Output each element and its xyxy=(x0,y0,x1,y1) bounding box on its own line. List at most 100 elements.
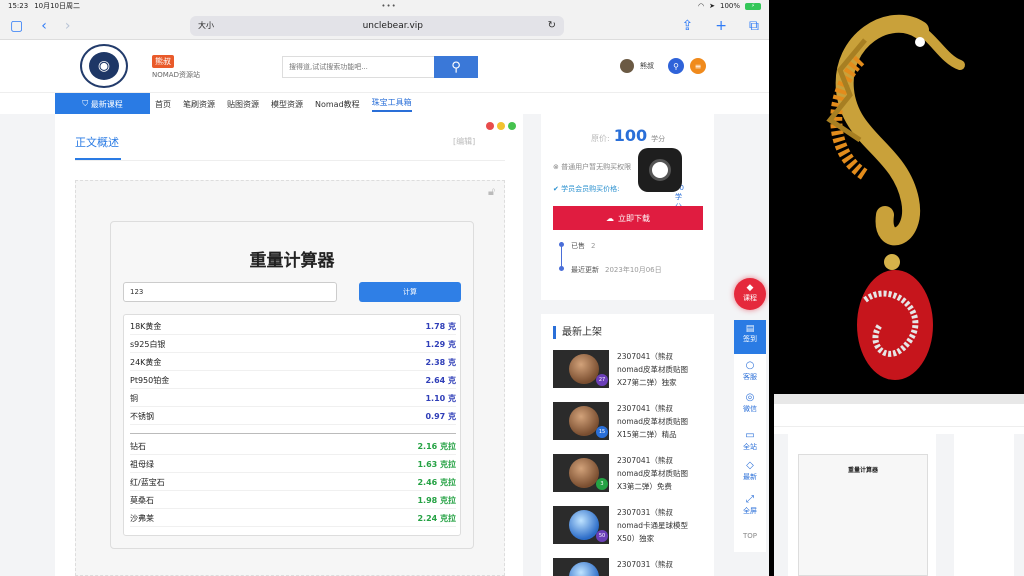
tab-divider xyxy=(75,160,505,161)
planet-image xyxy=(569,510,599,540)
new-tab-icon[interactable]: + xyxy=(715,19,727,33)
latest-label: 最新 xyxy=(743,473,757,481)
row-value: 1.78 克 xyxy=(425,322,456,331)
tag-icon: ◇ xyxy=(746,460,754,471)
thumbnail xyxy=(553,558,609,576)
yellow-dot[interactable] xyxy=(497,122,505,130)
checkin-button[interactable]: ▤ 签到 xyxy=(734,320,766,354)
lock-icon[interactable]: 🔓︎ xyxy=(488,185,495,199)
latest-card: 最新上架 27 2307041（熊叔 nomad皮革材质贴图 X27第二弹）独家 1… xyxy=(541,314,714,576)
row-label: 24K黄金 xyxy=(130,358,162,367)
url-text: unclebear.vip xyxy=(362,20,424,31)
nav-brushes[interactable]: 笔刷资源 xyxy=(183,99,215,110)
search-box: ⚲ xyxy=(282,56,478,78)
item-line: 2307041（熊叔 xyxy=(617,456,673,465)
site-button[interactable]: ▭ 全站 xyxy=(734,430,766,452)
list-item[interactable]: 50 2307031（熊叔 nomad卡通星球模型 X50）独家 xyxy=(553,506,713,552)
side-panel: 重量计算器 xyxy=(770,0,1024,576)
nav-latest-courses[interactable]: ⛉ 最新课程 xyxy=(55,93,150,115)
updated-date: 2023年10月06日 xyxy=(605,266,662,274)
section-divider xyxy=(130,433,456,434)
diamond-icon: ◆ xyxy=(746,283,754,293)
item-title: 2307041（熊叔 nomad皮革材质贴图 X15第二弹）精品 xyxy=(617,402,709,441)
row-value: 0.97 克 xyxy=(425,412,456,421)
battery-icon: ⚡ xyxy=(745,2,761,10)
avatar[interactable] xyxy=(620,59,634,73)
updated-label: 最近更新 xyxy=(571,266,599,274)
wifi-icon: ◠ xyxy=(698,2,705,10)
multitask-dots[interactable]: ••• xyxy=(86,2,692,10)
list-item[interactable]: 27 2307041（熊叔 nomad皮革材质贴图 X27第二弹）独家 xyxy=(553,350,713,396)
status-bar: 15:23 10月10日周二 ••• ◠ ➤ 100% ⚡ xyxy=(0,0,769,12)
mini-header xyxy=(774,404,1024,426)
bail-ring xyxy=(884,254,900,270)
tab-overview[interactable]: 正文概述 xyxy=(75,134,119,150)
menu-circle-icon[interactable]: ≡ xyxy=(690,58,706,74)
nav-models[interactable]: 模型资源 xyxy=(271,99,303,110)
nav-jewelry-toolbox[interactable]: 珠宝工具箱 xyxy=(371,97,412,112)
sidebar-icon[interactable]: ▢ xyxy=(10,19,23,33)
main-nav: ⛉ 最新课程 首页 笔刷资源 贴图资源 模型资源 Nomad教程 珠宝工具箱 xyxy=(0,92,769,115)
search-button[interactable]: ⚲ xyxy=(434,56,478,78)
result-table: 18K黄金 1.78 克 s925白银 1.29 克 24K黄金 2.38 克 Pt9… xyxy=(123,314,461,536)
item-line: X3第二弹）免费 xyxy=(617,482,672,491)
calendar-icon: ▤ xyxy=(745,324,755,334)
green-dot[interactable] xyxy=(508,122,516,130)
price-unit: 学分 xyxy=(651,135,666,143)
item-title: 2307031（熊叔 xyxy=(617,558,709,571)
item-line: nomad皮革材质贴图 xyxy=(617,469,689,478)
edit-link[interactable]: [编辑] xyxy=(453,136,475,147)
seahorse-eye xyxy=(915,37,925,47)
site-logo[interactable]: ◉ xyxy=(80,44,128,88)
back-icon[interactable]: ‹ xyxy=(41,19,47,33)
course-float-button[interactable]: ◆ 课程 xyxy=(734,278,766,310)
nav-textures[interactable]: 贴图资源 xyxy=(227,99,259,110)
nav-home[interactable]: 首页 xyxy=(155,99,171,110)
search-input[interactable] xyxy=(282,56,434,78)
float-toolbar: ▤ 签到 ○ 客服 ◎ 微信 ▭ 全站 ◇ 最新 ⤢ 全屏 TOP xyxy=(734,320,766,552)
nav-nomad-tutorials[interactable]: Nomad教程 xyxy=(315,99,360,110)
planet-image xyxy=(569,562,599,576)
download-label: 立即下载 xyxy=(618,213,650,223)
item-line: nomad皮革材质贴图 xyxy=(617,365,689,374)
user-name[interactable]: 熊叔 xyxy=(640,61,654,71)
tabs-icon[interactable]: ⧉ xyxy=(749,19,759,33)
assistive-touch-button[interactable] xyxy=(638,148,682,192)
top-button[interactable]: TOP xyxy=(734,532,766,540)
list-item[interactable]: 2307031（熊叔 xyxy=(553,558,713,576)
latest-button[interactable]: ◇ 最新 xyxy=(734,460,766,482)
top-label: TOP xyxy=(742,532,757,540)
share-icon[interactable]: ⇪ xyxy=(682,19,694,33)
wechat-label: 微信 xyxy=(743,405,757,413)
fullscreen-button[interactable]: ⤢ 全屏 xyxy=(734,494,766,516)
text-size-button[interactable]: 大小 xyxy=(198,20,238,31)
item-line: X50）独家 xyxy=(617,534,655,543)
row-label: 不锈钢 xyxy=(130,412,154,421)
table-row: s925白银 1.29 克 xyxy=(130,337,456,353)
search-icon: ⚲ xyxy=(451,59,461,75)
brand-tag: 熊叔 xyxy=(152,55,174,68)
mini-sidebar xyxy=(954,434,1014,576)
list-item[interactable]: 3 2307041（熊叔 nomad皮革材质贴图 X3第二弹）免费 xyxy=(553,454,713,500)
wechat-button[interactable]: ◎ 微信 xyxy=(734,392,766,414)
search-circle-icon[interactable]: ⚲ xyxy=(668,58,684,74)
weight-input[interactable] xyxy=(123,282,337,302)
user-area: 熊叔 ⚲ ≡ xyxy=(620,58,706,74)
assistive-touch-icon xyxy=(649,159,671,181)
service-label: 客服 xyxy=(743,373,757,381)
table-row: 沙弗莱 2.24 克拉 xyxy=(130,511,456,527)
calculate-button[interactable]: 计算 xyxy=(359,282,461,302)
list-item[interactable]: 15 2307041（熊叔 nomad皮革材质贴图 X15第二弹）精品 xyxy=(553,402,713,448)
mini-calculator: 重量计算器 xyxy=(798,454,928,576)
timeline-dot xyxy=(559,266,564,271)
download-button[interactable]: ☁ 立即下载 xyxy=(553,206,703,230)
table-row: 钻石 2.16 克拉 xyxy=(130,439,456,455)
reload-icon[interactable]: ↻ xyxy=(548,20,556,31)
red-dot[interactable] xyxy=(486,122,494,130)
address-bar[interactable]: 大小 unclebear.vip ↻ xyxy=(190,15,564,36)
service-button[interactable]: ○ 客服 xyxy=(734,360,766,382)
forward-icon[interactable]: › xyxy=(65,19,71,33)
leather-ball-image xyxy=(569,406,599,436)
site-label: 全站 xyxy=(743,443,757,451)
screen: 15:23 10月10日周二 ••• ◠ ➤ 100% ⚡ ▢ ‹ › 大小 u… xyxy=(0,0,1024,576)
